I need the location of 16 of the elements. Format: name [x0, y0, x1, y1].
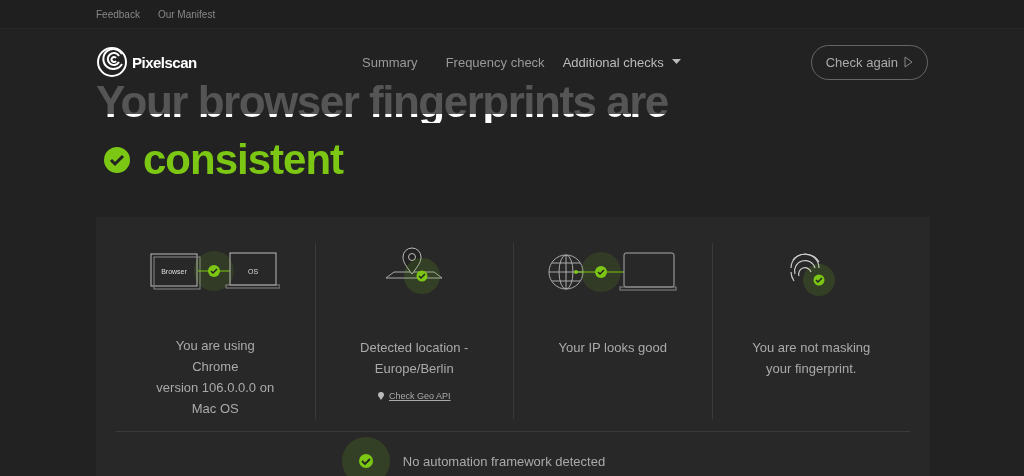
pin-icon: [377, 392, 384, 400]
play-icon: [904, 56, 913, 68]
result-text: Your IP looks good: [558, 339, 667, 357]
top-link[interactable]: Feedback: [96, 8, 140, 20]
logo-text: Pixelscan: [132, 53, 197, 71]
logo-icon: [96, 46, 128, 78]
nav-dropdown[interactable]: Additional checks: [558, 54, 685, 70]
geo-api-link[interactable]: Check Geo API: [377, 391, 451, 401]
top-link[interactable]: Our Manifest: [157, 8, 216, 20]
automation-text: No automation framework detected: [402, 453, 606, 469]
nav-link[interactable]: Summary: [358, 54, 422, 70]
result-text: You are using Chrome version 106.0.0.0 on Mac OS: [156, 337, 275, 418]
result-text: You are not masking your fingerprint.: [752, 339, 871, 378]
verdict-text: consistent: [143, 137, 344, 183]
result-text: Detected location - Europe/Berlin: [360, 339, 469, 378]
nav-link[interactable]: Frequency check: [441, 54, 549, 70]
